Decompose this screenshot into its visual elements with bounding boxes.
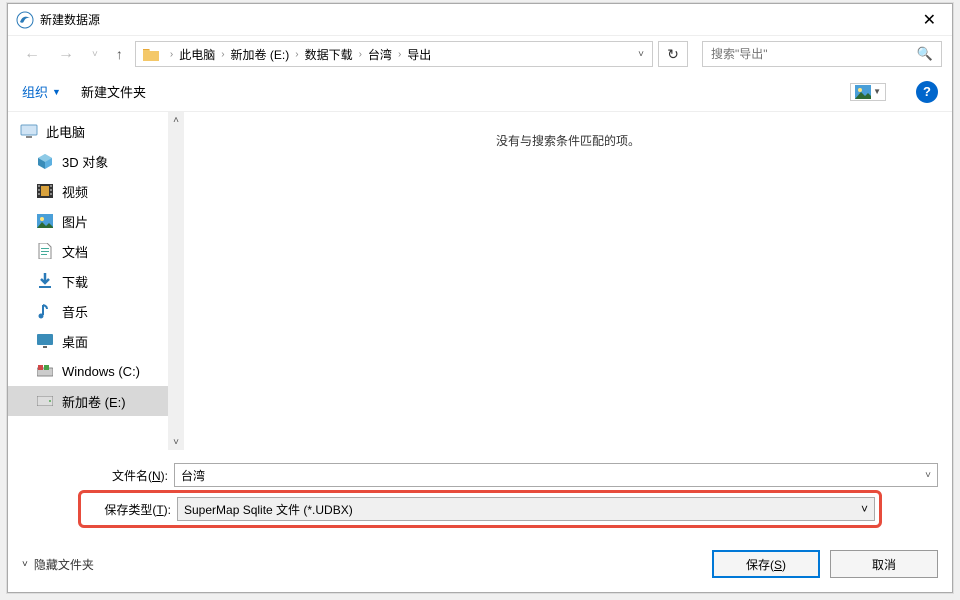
search-box[interactable]: 🔍 <box>702 41 942 67</box>
titlebar: 新建数据源 ✕ <box>8 4 952 36</box>
refresh-button[interactable]: ↻ <box>658 41 688 67</box>
help-button[interactable]: ? <box>916 81 938 103</box>
close-button[interactable]: ✕ <box>915 10 944 30</box>
file-list-area: 没有与搜索条件匹配的项。 <box>184 112 952 450</box>
tree-label: Windows (C:) <box>62 364 140 379</box>
tree-label: 3D 对象 <box>62 152 108 171</box>
new-folder-button[interactable]: 新建文件夹 <box>81 82 146 101</box>
download-icon <box>36 272 54 290</box>
search-icon: 🔍 <box>917 46 933 62</box>
main-area: 此电脑 3D 对象 视频 图片 文档 下载 <box>8 112 952 450</box>
sidebar-item-3d[interactable]: 3D 对象 <box>8 146 184 176</box>
sidebar-item-pictures[interactable]: 图片 <box>8 206 184 236</box>
organize-menu[interactable]: 组织 ▼ <box>22 82 61 101</box>
tree-label: 文档 <box>62 242 88 261</box>
sidebar-item-documents[interactable]: 文档 <box>8 236 184 266</box>
scroll-up-icon[interactable]: ˄ <box>168 112 184 128</box>
hide-folders-toggle[interactable]: ˅ 隐藏文件夹 <box>22 556 94 573</box>
tree-label: 新加卷 (E:) <box>62 392 126 411</box>
film-icon <box>36 182 54 200</box>
sidebar-item-music[interactable]: 音乐 <box>8 296 184 326</box>
tree-label: 图片 <box>62 212 88 231</box>
filename-label: 文件名(N): <box>82 467 174 484</box>
sidebar: 此电脑 3D 对象 视频 图片 文档 下载 <box>8 112 184 450</box>
cancel-button[interactable]: 取消 <box>830 550 938 578</box>
crumb-item[interactable]: 导出 <box>407 46 431 63</box>
forward-button[interactable]: → <box>52 45 80 63</box>
pictures-icon <box>36 212 54 230</box>
folder-icon <box>142 45 160 63</box>
savetype-select[interactable]: SuperMap Sqlite 文件 (*.UDBX) ˅ <box>177 497 875 521</box>
sidebar-root-this-pc[interactable]: 此电脑 <box>8 116 184 146</box>
breadcrumb-dropdown[interactable]: ˅ <box>628 49 650 60</box>
sidebar-item-desktop[interactable]: 桌面 <box>8 326 184 356</box>
scroll-down-icon[interactable]: ˅ <box>168 434 184 450</box>
empty-message: 没有与搜索条件匹配的项。 <box>496 132 640 450</box>
drive-icon <box>36 392 54 410</box>
crumb-item[interactable]: 数据下载 <box>305 46 353 63</box>
chevron-right-icon: › <box>353 49 368 60</box>
music-icon <box>36 302 54 320</box>
save-dialog: 新建数据源 ✕ ← → ˅ ↑ › 此电脑 › 新加卷 (E:) › 数据下载 … <box>7 3 953 593</box>
cube-icon <box>36 152 54 170</box>
filename-input[interactable]: 台湾 ˅ <box>174 463 938 487</box>
chevron-down-icon[interactable]: ˅ <box>925 470 931 481</box>
sidebar-item-videos[interactable]: 视频 <box>8 176 184 206</box>
savetype-label: 保存类型(T): <box>85 501 177 518</box>
chevron-right-icon: › <box>289 49 304 60</box>
save-button[interactable]: 保存(S) <box>712 550 820 578</box>
pc-icon <box>20 122 38 140</box>
doc-icon <box>36 242 54 260</box>
sidebar-item-drive-c[interactable]: Windows (C:) <box>8 356 184 386</box>
app-icon <box>16 11 34 29</box>
tree-label: 音乐 <box>62 302 88 321</box>
crumb-item[interactable]: 台湾 <box>368 46 392 63</box>
sidebar-item-drive-e[interactable]: 新加卷 (E:) <box>8 386 184 416</box>
desktop-icon <box>36 332 54 350</box>
tree-label: 下载 <box>62 272 88 291</box>
chevron-right-icon: › <box>164 49 179 60</box>
crumb-item[interactable]: 此电脑 <box>179 46 215 63</box>
window-title: 新建数据源 <box>40 11 915 28</box>
picture-icon <box>855 85 871 99</box>
bottom-fields: 文件名(N): 台湾 ˅ 保存类型(T): SuperMap Sqlite 文件… <box>8 450 952 540</box>
sidebar-scrollbar[interactable]: ˄ ˅ <box>168 112 184 450</box>
chevron-down-icon: ▼ <box>873 87 881 96</box>
drive-icon <box>36 362 54 380</box>
back-button[interactable]: ← <box>18 45 46 63</box>
chevron-down-icon[interactable]: ˅ <box>861 502 868 516</box>
tree-label: 桌面 <box>62 332 88 351</box>
toolbar: 组织 ▼ 新建文件夹 ▼ ? <box>8 72 952 112</box>
view-mode-button[interactable]: ▼ <box>850 83 886 101</box>
search-input[interactable] <box>711 47 917 61</box>
recent-dropdown[interactable]: ˅ <box>86 49 104 60</box>
crumb-item[interactable]: 新加卷 (E:) <box>231 46 290 63</box>
up-button[interactable]: ↑ <box>110 46 129 62</box>
sidebar-item-downloads[interactable]: 下载 <box>8 266 184 296</box>
tree-label: 视频 <box>62 182 88 201</box>
chevron-down-icon: ˅ <box>22 559 28 570</box>
nav-row: ← → ˅ ↑ › 此电脑 › 新加卷 (E:) › 数据下载 › 台湾 › 导… <box>8 36 952 72</box>
savetype-highlight: 保存类型(T): SuperMap Sqlite 文件 (*.UDBX) ˅ <box>78 490 882 528</box>
chevron-down-icon: ▼ <box>52 87 61 97</box>
chevron-right-icon: › <box>392 49 407 60</box>
button-row: ˅ 隐藏文件夹 保存(S) 取消 <box>8 540 952 592</box>
chevron-right-icon: › <box>215 49 230 60</box>
breadcrumb[interactable]: › 此电脑 › 新加卷 (E:) › 数据下载 › 台湾 › 导出 ˅ <box>135 41 653 67</box>
tree-label: 此电脑 <box>46 122 85 141</box>
